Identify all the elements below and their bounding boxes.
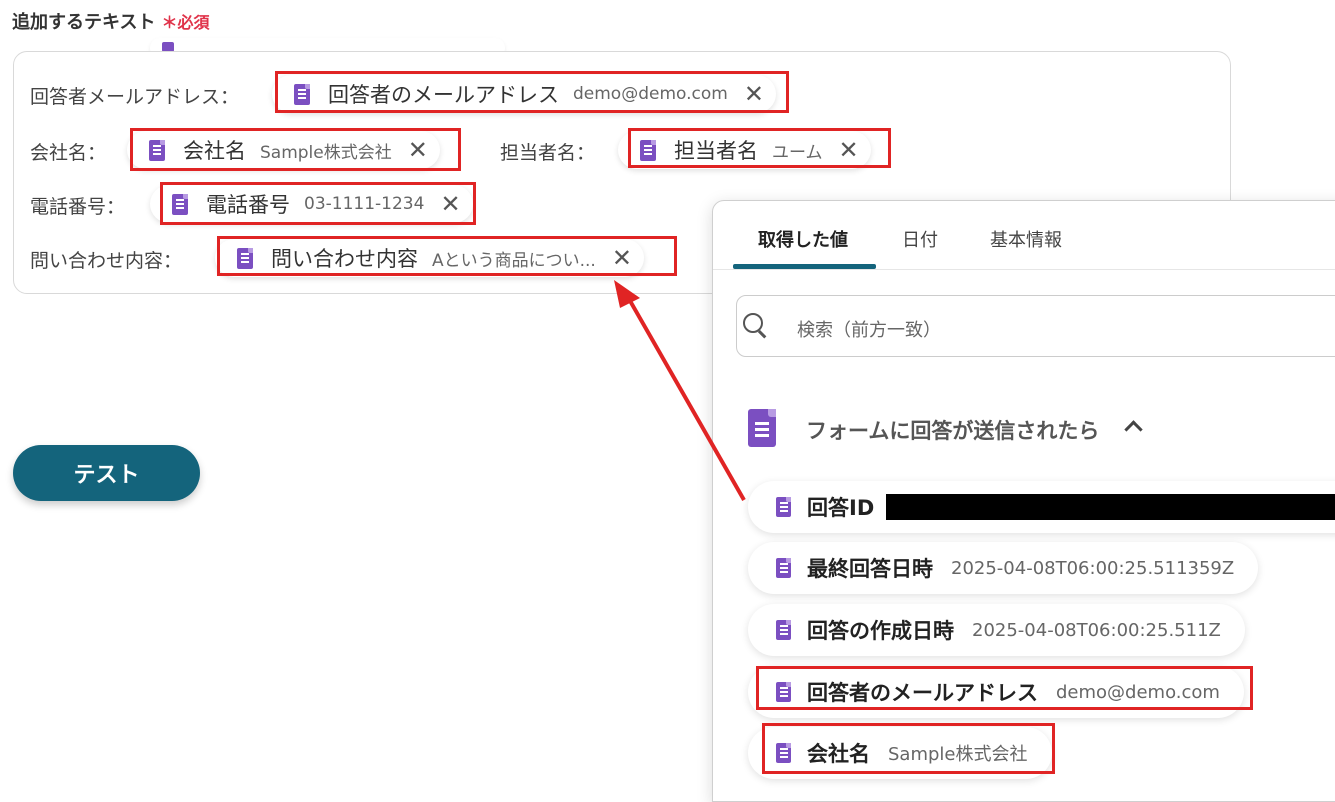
value-item-response-id[interactable]: 回答ID	[748, 481, 1335, 533]
item-value: 2025-04-08T06:00:25.511Z	[972, 619, 1221, 641]
redacted-value	[886, 494, 1335, 520]
search-placeholder: 検索（前方一致）	[797, 320, 941, 341]
search-icon	[743, 313, 763, 333]
google-forms-icon	[748, 409, 776, 447]
field-title: 追加するテキスト ＊必須	[12, 8, 209, 34]
highlight-box	[275, 71, 789, 113]
highlight-box	[628, 128, 891, 168]
active-tab-indicator	[733, 264, 876, 269]
tab-date[interactable]: 日付	[902, 226, 938, 252]
highlight-box	[217, 236, 677, 276]
google-forms-icon	[776, 558, 791, 578]
tab-acquired-values[interactable]: 取得した値	[758, 226, 848, 252]
value-item-created-time[interactable]: 回答の作成日時 2025-04-08T06:00:25.511Z	[748, 604, 1245, 656]
highlight-box	[160, 182, 476, 225]
variable-picker-panel: 取得した値 日付 基本情報 検索（前方一致） フォームに回答が送信されたら 回答…	[712, 200, 1335, 802]
item-value: 2025-04-08T06:00:25.511359Z	[951, 557, 1235, 579]
label-phone: 電話番号：	[30, 196, 126, 218]
trigger-group-title[interactable]: フォームに回答が送信されたら	[806, 415, 1099, 445]
test-button[interactable]: テスト	[13, 445, 200, 501]
label-contact-person: 担当者名：	[500, 142, 596, 164]
field-title-text: 追加するテキスト	[12, 12, 156, 33]
item-name: 最終回答日時	[807, 557, 933, 581]
label-company: 会社名：	[30, 142, 107, 164]
highlight-box	[756, 666, 1253, 710]
required-badge: ＊必須	[161, 13, 210, 32]
item-name: 回答の作成日時	[807, 619, 954, 643]
highlight-box	[130, 128, 461, 171]
value-item-last-response-time[interactable]: 最終回答日時 2025-04-08T06:00:25.511359Z	[748, 542, 1259, 594]
highlight-box	[762, 723, 1055, 774]
google-forms-icon	[776, 497, 791, 517]
google-forms-icon	[776, 620, 791, 640]
label-inquiry: 問い合わせ内容：	[30, 250, 183, 272]
chevron-up-icon[interactable]	[1124, 420, 1143, 439]
item-name: 回答ID	[807, 496, 875, 520]
label-email: 回答者メールアドレス：	[30, 86, 240, 108]
tab-basic-info[interactable]: 基本情報	[990, 226, 1062, 252]
